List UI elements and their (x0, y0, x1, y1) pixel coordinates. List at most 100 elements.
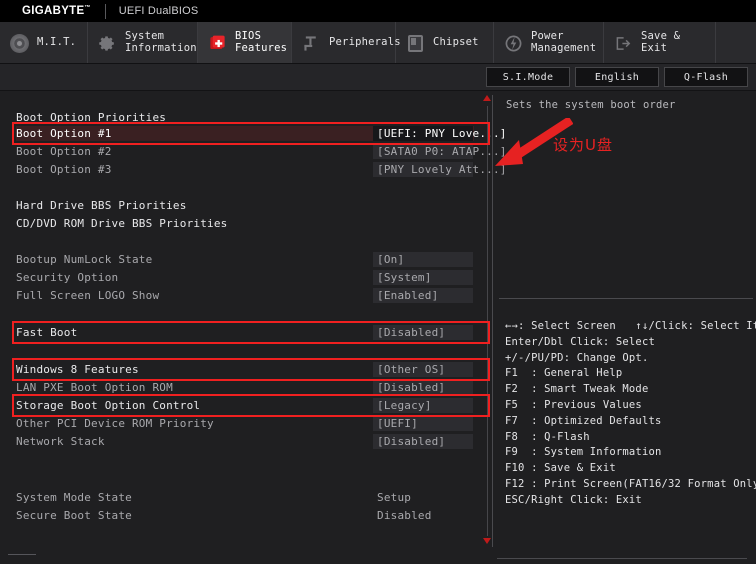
tab-label: Save & Exit (641, 30, 681, 54)
setting-value[interactable]: [UEFI: PNY Love...] (373, 126, 506, 141)
scroll-up-arrow-icon[interactable] (483, 95, 492, 104)
help-description: Sets the system boot order (506, 99, 676, 111)
setting-label: Boot Option #1 (16, 127, 112, 140)
tab-peripherals[interactable]: Peripherals (292, 22, 401, 63)
button-q-flash[interactable]: Q-Flash (664, 67, 748, 87)
key-legend-line-8: F9 : System Information (505, 446, 662, 459)
setting-row-hard-drive-bbs-priorities[interactable]: Hard Drive BBS Priorities (16, 198, 474, 213)
key-legend-line-3: F1 : General Help (505, 367, 623, 380)
key-legend-line-9: F10 : Save & Exit (505, 462, 616, 475)
scroll-down-arrow-icon[interactable] (483, 538, 492, 547)
setting-value[interactable]: Disabled (373, 508, 473, 523)
brand-subtitle: UEFI DualBIOS (118, 5, 199, 17)
setting-row-boot-option-2[interactable]: Boot Option #2 [SATA0 P0: ATAP...] (16, 144, 506, 159)
gear-icon (97, 32, 119, 54)
tab-label: M.I.T. (37, 35, 77, 48)
brand-divider (104, 3, 106, 19)
setting-label: Storage Boot Option Control (16, 399, 201, 412)
setting-row-cd-dvd-rom-drive-bbs-priorities[interactable]: CD/DVD ROM Drive BBS Priorities (16, 216, 474, 231)
setting-row-network-stack[interactable]: Network Stack [Disabled] (16, 434, 474, 449)
tab-mit[interactable]: M.I.T. (0, 22, 88, 63)
chipset-icon (405, 32, 427, 54)
key-legend-line-6: F7 : Optimized Defaults (505, 414, 662, 427)
setting-row-other-pci-device-rom-priority[interactable]: Other PCI Device ROM Priority [UEFI] (16, 416, 474, 431)
setting-value[interactable]: [UEFI] (373, 416, 473, 431)
key-legend-line-11: ESC/Right Click: Exit (505, 493, 642, 506)
tab-bios-features[interactable]: BIOS Features (198, 22, 292, 63)
button-language[interactable]: English (575, 67, 659, 87)
settings-list: Boot Option Priorities Boot Option #1 [UEF… (0, 91, 506, 564)
setting-value[interactable]: [Other OS] (373, 362, 473, 377)
key-legend-line-10: F12 : Print Screen(FAT16/32 Format Only) (505, 477, 756, 490)
key-legend-line-1: Enter/Dbl Click: Select (505, 335, 655, 348)
exit-arrow-icon (613, 32, 635, 54)
gigabyte-logo: GIGABYTE™ (22, 5, 91, 17)
setting-label: Other PCI Device ROM Priority (16, 417, 214, 430)
button-si-mode[interactable]: S.I.Mode (486, 67, 570, 87)
setting-label: Bootup NumLock State (16, 253, 153, 266)
tab-system-information[interactable]: System Information (88, 22, 198, 63)
tab-power-management[interactable]: Power Management (494, 22, 604, 63)
key-legend-line-4: F2 : Smart Tweak Mode (505, 383, 649, 396)
help-separator (499, 298, 753, 299)
setting-row-bootup-numlock-state[interactable]: Bootup NumLock State [On] (16, 252, 474, 267)
setting-value[interactable]: [System] (373, 270, 473, 285)
setting-label: CD/DVD ROM Drive BBS Priorities (16, 217, 228, 230)
setting-row-full-screen-logo-show[interactable]: Full Screen LOGO Show [Enabled] (16, 288, 474, 303)
key-legend-line-0: ←→: Select Screen ↑↓/Click: Select Item (505, 320, 756, 332)
setting-value[interactable]: [Disabled] (373, 325, 473, 340)
setting-label: Boot Option #3 (16, 163, 112, 176)
setting-label: Security Option (16, 271, 119, 284)
setting-value[interactable]: [SATA0 P0: ATAP...] (373, 144, 506, 159)
setting-row-windows-8-features[interactable]: Windows 8 Features [Other OS] (16, 362, 474, 377)
annotation-arrow-icon (495, 118, 573, 166)
setting-value[interactable]: Setup (373, 490, 473, 505)
setting-label: Secure Boot State (16, 509, 132, 522)
bottom-rule-right (497, 558, 747, 559)
setting-row-secure-boot-state[interactable]: Secure Boot State Disabled (16, 508, 474, 523)
setting-label: Fast Boot (16, 326, 78, 339)
trademark-symbol: ™ (84, 5, 91, 12)
setting-label: LAN PXE Boot Option ROM (16, 381, 173, 394)
setting-row-system-mode-state[interactable]: System Mode State Setup (16, 490, 474, 505)
setting-row-boot-option-3[interactable]: Boot Option #3 [PNY Lovely Att...] (16, 162, 506, 177)
bios-chip-icon (207, 32, 229, 54)
tab-label: Peripherals (329, 35, 401, 48)
key-legend-line-2: +/-/PU/PD: Change Opt. (505, 351, 649, 364)
setting-row-security-option[interactable]: Security Option [System] (16, 270, 474, 285)
tab-label: Chipset (433, 35, 479, 48)
setting-row-boot-option-priorities[interactable]: Boot Option Priorities (16, 110, 474, 125)
tab-label: BIOS Features (235, 30, 288, 54)
peripherals-icon (301, 32, 323, 54)
setting-value[interactable]: [Legacy] (373, 398, 473, 413)
setting-value[interactable]: [PNY Lovely Att...] (373, 162, 506, 177)
bottom-rule-left (8, 554, 36, 555)
setting-value[interactable]: [On] (373, 252, 473, 267)
setting-row-fast-boot[interactable]: Fast Boot [Disabled] (16, 325, 474, 340)
setting-value[interactable]: [Enabled] (373, 288, 473, 303)
setting-label: System Mode State (16, 491, 132, 504)
setting-value[interactable]: [Disabled] (373, 380, 473, 395)
tab-label: System Information (125, 30, 197, 54)
power-bolt-icon (503, 32, 525, 54)
key-legend: ←→: Select Screen ↑↓/Click: Select Item E… (505, 319, 756, 509)
content-area: Boot Option Priorities Boot Option #1 [UEF… (0, 91, 756, 564)
sub-toolbar: S.I.Mode English Q-Flash (0, 64, 756, 91)
settings-scrollbar[interactable] (483, 95, 492, 547)
setting-label: Boot Option Priorities (16, 111, 167, 124)
tab-chipset[interactable]: Chipset (396, 22, 494, 63)
setting-value[interactable]: [Disabled] (373, 434, 473, 449)
key-legend-line-7: F8 : Q-Flash (505, 430, 590, 443)
scrollbar-track[interactable] (487, 106, 488, 536)
setting-row-lan-pxe-boot-option-rom[interactable]: LAN PXE Boot Option ROM [Disabled] (16, 380, 474, 395)
setting-row-boot-option-1[interactable]: Boot Option #1 [UEFI: PNY Love...] (16, 126, 506, 141)
setting-row-storage-boot-option-control[interactable]: Storage Boot Option Control [Legacy] (16, 398, 474, 413)
tab-save-exit[interactable]: Save & Exit (604, 22, 716, 63)
disc-icon (9, 32, 31, 54)
key-legend-line-5: F5 : Previous Values (505, 398, 642, 411)
brand-bar: GIGABYTE™ UEFI DualBIOS (0, 0, 756, 22)
main-tab-bar: M.I.T. System Information BIOS Features Per… (0, 22, 756, 64)
setting-label: Full Screen LOGO Show (16, 289, 160, 302)
setting-label: Windows 8 Features (16, 363, 139, 376)
setting-label: Boot Option #2 (16, 145, 112, 158)
